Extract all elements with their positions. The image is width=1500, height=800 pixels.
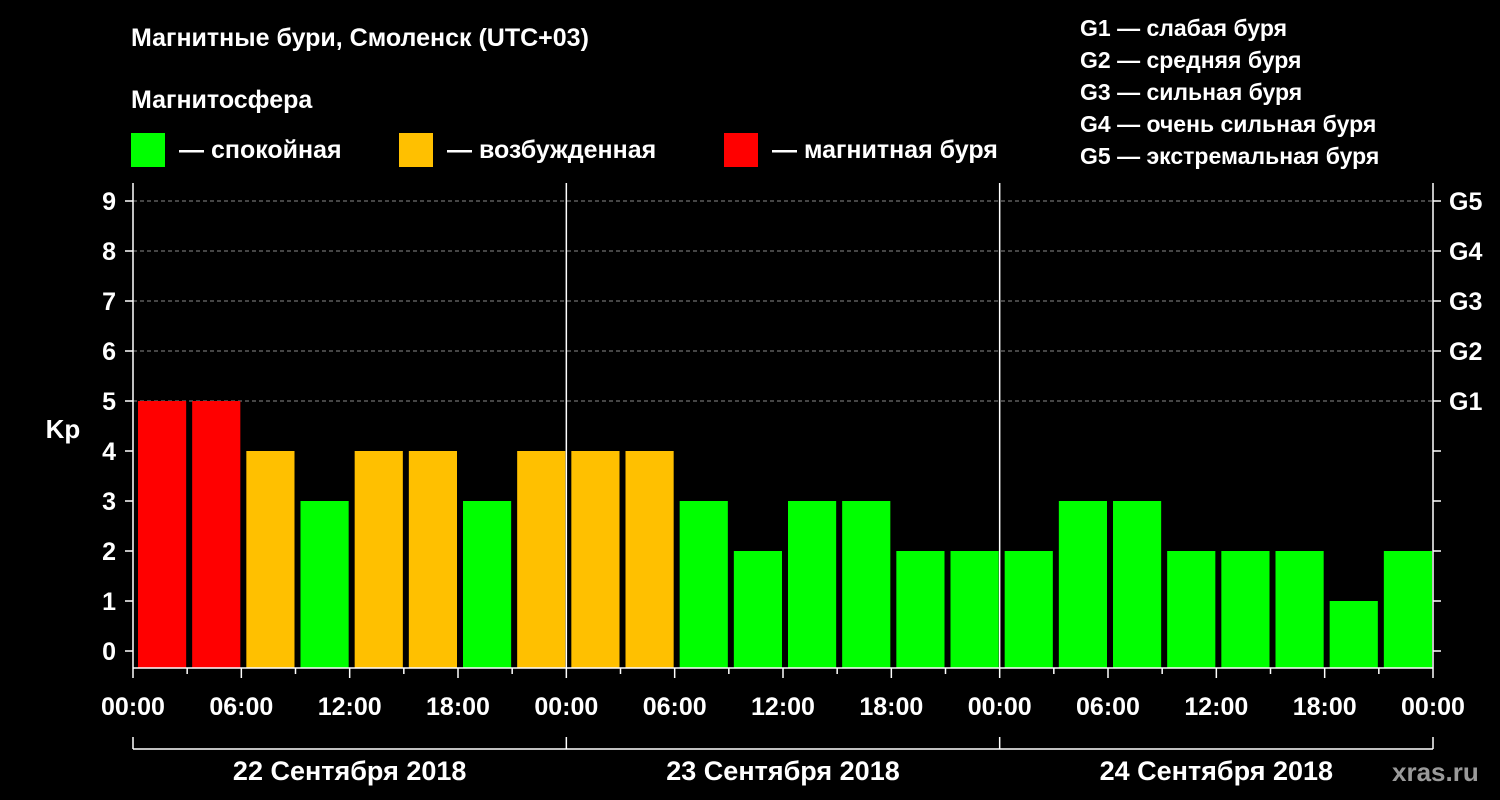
g-level-label-g5: G5 (1449, 188, 1482, 216)
x-tick-label-3: 18:00 (426, 693, 490, 721)
kp-bar-16 (1004, 551, 1053, 668)
x-tick-label-6: 12:00 (751, 693, 815, 721)
kp-bar-19 (1167, 551, 1216, 668)
x-tick-label-2: 12:00 (318, 693, 382, 721)
x-tick-label-8: 00:00 (968, 693, 1032, 721)
kp-bar-11 (733, 551, 782, 668)
kp-bar-18 (1113, 501, 1162, 668)
kp-bar-7 (517, 451, 566, 668)
kp-bar-8 (571, 451, 620, 668)
y-tick-label-7: 7 (102, 288, 116, 316)
kp-bar-15 (950, 551, 999, 668)
kp-bar-17 (1058, 501, 1107, 668)
kp-bar-13 (842, 501, 891, 668)
kp-bar-12 (788, 501, 837, 668)
day-label-1: 23 Сентября 2018 (666, 756, 899, 786)
kp-bar-23 (1383, 551, 1432, 668)
x-tick-label-7: 18:00 (859, 693, 923, 721)
y-tick-label-6: 6 (102, 338, 116, 366)
g-level-label-g2: G2 (1449, 338, 1482, 366)
y-tick-label-9: 9 (102, 188, 116, 216)
kp-bar-1 (192, 401, 241, 668)
kp-bar-21 (1275, 551, 1324, 668)
day-label-0: 22 Сентября 2018 (233, 756, 466, 786)
kp-bar-20 (1221, 551, 1270, 668)
x-tick-label-12: 00:00 (1401, 693, 1465, 721)
kp-bar-4 (354, 451, 403, 668)
y-tick-label-8: 8 (102, 238, 116, 266)
g-level-label-g1: G1 (1449, 388, 1482, 416)
x-tick-label-5: 06:00 (643, 693, 707, 721)
kp-chart: 0 1 2 3 4 5 6 7 8 9 Kp G1 G2 G3 G4 G5 00:00 06:00 12:00 18:… (46, 183, 1482, 786)
x-tick-label-1: 06:00 (209, 693, 273, 721)
kp-bar-9 (625, 451, 674, 668)
x-tick-label-4: 00:00 (534, 693, 598, 721)
watermark: xras.ru (1392, 757, 1479, 787)
kp-bar-5 (408, 451, 457, 668)
y-tick-label-2: 2 (102, 538, 116, 566)
g-level-label-g4: G4 (1449, 238, 1482, 266)
kp-bar-22 (1329, 601, 1378, 668)
y-tick-label-4: 4 (102, 438, 116, 466)
y-axis-label: Kp (46, 414, 81, 444)
x-tick-label-10: 12:00 (1184, 693, 1248, 721)
x-tick-label-11: 18:00 (1293, 693, 1357, 721)
g-level-label-g3: G3 (1449, 288, 1482, 316)
x-tick-label-0: 00:00 (101, 693, 165, 721)
kp-bar-6 (463, 501, 512, 668)
x-tick-label-9: 06:00 (1076, 693, 1140, 721)
kp-bar-0 (138, 401, 187, 668)
kp-bar-3 (300, 501, 349, 668)
kp-bar-14 (896, 551, 945, 668)
kp-bar-10 (679, 501, 728, 668)
y-tick-label-5: 5 (102, 388, 116, 416)
y-tick-label-3: 3 (102, 488, 116, 516)
y-tick-label-1: 1 (102, 588, 116, 616)
y-tick-label-0: 0 (102, 638, 116, 666)
day-label-2: 24 Сентября 2018 (1100, 756, 1333, 786)
kp-bar-2 (246, 451, 295, 668)
